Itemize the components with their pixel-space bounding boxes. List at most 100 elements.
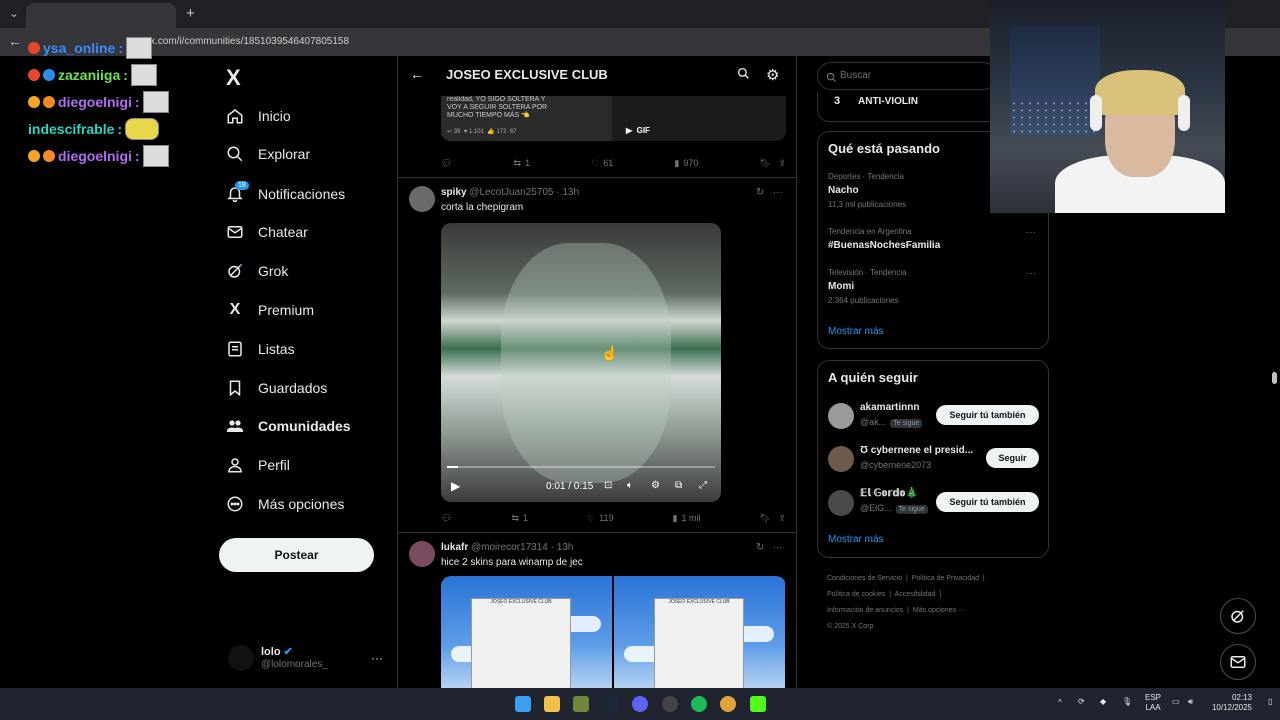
follow-button[interactable]: Seguir xyxy=(986,448,1039,468)
suggested-user-name[interactable]: 𝔼𝕝 𝔾𝕠𝕣𝕕𝕠🎄 xyxy=(860,488,918,499)
nav-item-premium[interactable]: X Premium xyxy=(226,297,314,323)
discord-icon[interactable] xyxy=(632,696,648,712)
notification-icon[interactable]: ▯ xyxy=(1268,697,1272,706)
play-icon[interactable]: ▶ xyxy=(451,479,460,493)
captions-icon[interactable]: ⊡ xyxy=(604,480,612,491)
avatar[interactable] xyxy=(828,446,854,472)
bookmark-icon[interactable]: 🔖︎ ⇪ xyxy=(760,158,786,169)
footer-link[interactable]: Condiciones de Servicio xyxy=(827,575,902,582)
tweet-more-icon[interactable]: ↻ ··· xyxy=(756,542,783,553)
app-icon[interactable] xyxy=(573,696,589,712)
post-button[interactable]: Postear xyxy=(219,538,374,572)
scrollbar-thumb[interactable] xyxy=(1272,372,1277,384)
gear-icon[interactable]: ⚙ xyxy=(766,66,779,84)
footer-link[interactable]: Más opciones ··· xyxy=(913,607,965,614)
show-more-link[interactable]: Mostrar más xyxy=(828,534,884,545)
search-input[interactable]: Buscar xyxy=(817,62,997,90)
tab-search-icon[interactable]: ⌄ xyxy=(6,6,22,22)
tweet-media[interactable]: JOSEO EXCLUSIVE CLUB JOSEO EXCLUSIVE CLU… xyxy=(441,576,786,688)
winamp-skin-image[interactable]: JOSEO EXCLUSIVE CLUB xyxy=(614,576,785,688)
volume-icon[interactable]: 🔈︎ xyxy=(627,480,633,491)
chrome-icon[interactable] xyxy=(720,696,736,712)
messages-fab-button[interactable] xyxy=(1220,644,1256,680)
pip-icon[interactable]: ⧉ xyxy=(675,480,682,491)
avatar[interactable] xyxy=(409,541,435,567)
retweet-button[interactable]: ⇆ 1 xyxy=(511,513,528,524)
tweet-time[interactable]: 13h xyxy=(557,542,574,553)
tray-shield-icon[interactable]: ◆ xyxy=(1100,697,1106,706)
nav-item-mas-opciones[interactable]: Más opciones xyxy=(226,491,344,517)
more-icon[interactable]: ··· xyxy=(371,651,383,665)
account-switcher[interactable]: lolo ✔ @lolomorales_ ··· xyxy=(228,645,388,675)
tweet-author-name[interactable]: spiky xyxy=(441,187,467,198)
clock[interactable]: 02:13 10/12/2025 xyxy=(1207,693,1252,713)
trend-more-icon[interactable]: ··· xyxy=(1026,268,1036,279)
nav-item-grok[interactable]: Grok xyxy=(226,258,288,284)
like-button[interactable]: ♡ 61 xyxy=(591,158,613,169)
views-button[interactable]: ▮ 1 mil xyxy=(673,513,701,524)
video-player[interactable]: ☝ ▶ 0:01 / 0:15 ⊡ 🔈︎ ⚙ ⧉ ⤢ xyxy=(441,223,721,502)
retweet-button[interactable]: ⇆ 1 xyxy=(514,158,531,169)
follow-button[interactable]: Seguir tú también xyxy=(936,405,1039,425)
rank-name[interactable]: ANTI-VIOLIN xyxy=(858,96,918,107)
trend-more-icon[interactable]: ··· xyxy=(1026,227,1036,238)
footer-link[interactable]: Accesibilidad xyxy=(895,591,936,598)
trend-name[interactable]: Momi xyxy=(828,281,854,292)
footer-link[interactable]: Política de cookies xyxy=(827,591,885,598)
reply-icon[interactable]: 💬︎ xyxy=(441,513,452,524)
browser-back-icon[interactable]: ← xyxy=(8,33,22,49)
settings-icon[interactable]: ⚙ xyxy=(651,480,660,491)
tray-volume-icon[interactable]: 🔊︎ xyxy=(1188,697,1193,707)
nav-item-explorar[interactable]: Explorar xyxy=(226,141,310,167)
x-logo-icon[interactable]: X xyxy=(226,65,241,91)
reply-icon[interactable]: 💬︎ xyxy=(441,158,452,169)
trend-name[interactable]: Nacho xyxy=(828,185,859,196)
windows-start-icon[interactable] xyxy=(515,696,531,712)
file-explorer-icon[interactable] xyxy=(544,696,560,712)
nav-item-notificaciones[interactable]: 18 Notificaciones xyxy=(226,181,345,207)
footer-link[interactable]: Política de Privacidad xyxy=(912,575,979,582)
tray-chevron-icon[interactable]: ^ xyxy=(1058,698,1062,707)
avatar[interactable] xyxy=(828,490,854,516)
video-progress-bar[interactable] xyxy=(447,466,715,468)
nav-item-inicio[interactable]: Inicio xyxy=(226,103,291,129)
obs-icon[interactable] xyxy=(662,696,678,712)
winamp-skin-image[interactable]: JOSEO EXCLUSIVE CLUB xyxy=(441,576,612,688)
fullscreen-icon[interactable]: ⤢ xyxy=(699,480,707,491)
new-tab-icon[interactable]: + xyxy=(186,5,195,22)
search-icon[interactable] xyxy=(737,67,750,85)
avatar[interactable] xyxy=(409,186,435,212)
tweet-time[interactable]: 13h xyxy=(562,187,579,198)
nav-item-chatear[interactable]: Chatear xyxy=(226,219,308,245)
trend-name[interactable]: #BuenasNochesFamilia xyxy=(828,240,940,251)
grok-fab-button[interactable] xyxy=(1220,598,1256,634)
avatar[interactable] xyxy=(828,403,854,429)
nav-item-listas[interactable]: Listas xyxy=(226,336,295,362)
tweet-more-icon[interactable]: ↻ ··· xyxy=(756,187,783,198)
show-more-link[interactable]: Mostrar más xyxy=(828,326,884,337)
nav-item-perfil[interactable]: Perfil xyxy=(226,452,290,478)
tray-sync-icon[interactable]: ⟳ xyxy=(1078,697,1085,706)
follow-button[interactable]: Seguir tú también xyxy=(936,492,1039,512)
bookmark-icon[interactable]: 🔖︎ ⇪ xyxy=(760,513,786,524)
nav-item-comunidades[interactable]: Comunidades xyxy=(226,413,351,439)
language-indicator[interactable]: ESP LAA xyxy=(1145,693,1161,713)
page-scrollbar[interactable] xyxy=(1270,56,1280,688)
tweet-author-name[interactable]: lukafr xyxy=(441,542,468,553)
tweet-media[interactable]: realidad, YO SIGO SOLTERA Y VOY A SEGUIR… xyxy=(441,94,786,141)
suggested-user-name[interactable]: akamartinnn xyxy=(860,402,919,413)
like-button[interactable]: ♡ 119 xyxy=(587,513,613,524)
nav-item-guardados[interactable]: Guardados xyxy=(226,375,327,401)
tweet-author-handle[interactable]: @LecotJuan25705 xyxy=(469,187,553,198)
spotify-icon[interactable] xyxy=(691,696,707,712)
suggested-user-name[interactable]: Ʊ cybernene el presid... xyxy=(860,445,973,456)
back-arrow-icon[interactable]: ← xyxy=(410,66,424,82)
views-button[interactable]: ▮ 970 xyxy=(674,158,698,169)
kick-icon[interactable] xyxy=(750,696,766,712)
tray-mic-icon[interactable]: 🎙︎ xyxy=(1122,697,1132,706)
tray-network-icon[interactable]: ▭ xyxy=(1172,697,1180,706)
browser-tab[interactable] xyxy=(26,3,176,28)
footer-link[interactable]: Información de anuncios xyxy=(827,607,903,614)
tweet-author-handle[interactable]: @moirecor17314 xyxy=(471,542,548,553)
steam-icon[interactable] xyxy=(602,696,618,712)
